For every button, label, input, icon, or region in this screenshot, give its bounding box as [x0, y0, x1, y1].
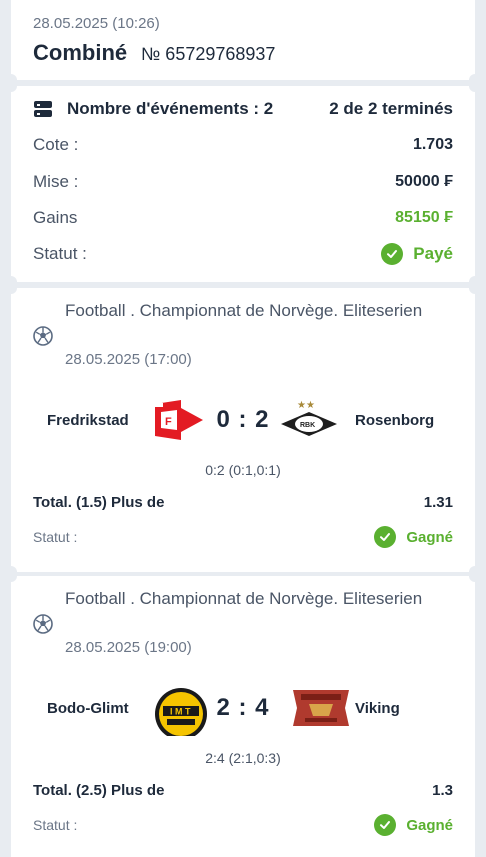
stake-row: Mise : 50000 ₣ [33, 170, 453, 194]
viking-logo-icon [293, 690, 349, 726]
score-detail: 2:4 (2:1,0:3) [205, 750, 281, 766]
event-card[interactable]: Football . Championnat de Norvège. Elite… [5, 570, 481, 857]
team-away-name: Rosenborg [355, 412, 435, 429]
football-icon [33, 326, 53, 346]
event-status-row: Statut : Gagné [33, 526, 453, 548]
status-badge: Payé [381, 243, 453, 265]
bet-market: Total. (1.5) Plus de [33, 494, 165, 511]
ticket-notch [5, 80, 17, 92]
odds-row: Cote : 1.703 [33, 133, 453, 157]
score-detail: 0:2 (0:1,0:1) [205, 462, 281, 478]
event-league: Football . Championnat de Norvège. Elite… [65, 301, 423, 320]
check-icon [374, 814, 397, 836]
events-count-row: Nombre d'événements : 2 2 de 2 terminés [33, 97, 453, 121]
status-value: Payé [413, 244, 453, 263]
fredrikstad-logo-icon: F [155, 400, 203, 440]
team-home-name: Fredrikstad [47, 412, 129, 429]
bet-row: Total. (2.5) Plus de 1.3 [33, 782, 453, 799]
event-league: Football . Championnat de Norvège. Elite… [65, 589, 423, 608]
event-status-label: Statut : [33, 529, 78, 545]
bet-summary-card: Nombre d'événements : 2 2 de 2 terminés … [5, 80, 481, 288]
odds-value: 1.703 [412, 136, 453, 153]
svg-text:★★: ★★ [297, 400, 315, 411]
bet-odds: 1.31 [423, 494, 453, 511]
svg-text:I M T: I M T [170, 707, 191, 717]
events-count-value: 2 de 2 terminés [329, 99, 453, 118]
winnings-row: Gains 85150 ₣ [33, 206, 453, 230]
ticket-notch [5, 282, 17, 294]
status-row: Statut : Payé [33, 242, 453, 266]
football-icon [33, 614, 53, 634]
svg-text:RBK: RBK [300, 422, 315, 429]
check-icon [381, 243, 404, 265]
ticket-notch [469, 80, 481, 92]
bet-market: Total. (2.5) Plus de [33, 782, 165, 799]
event-date: 28.05.2025 (19:00) [65, 639, 192, 656]
team-home-name: Bodo-Glimt [47, 700, 129, 717]
event-status-row: Statut : Gagné [33, 814, 453, 836]
events-list-icon [34, 101, 52, 117]
match-score: 0 : 2 [216, 406, 270, 433]
ticket-notch [469, 282, 481, 294]
match-score: 2 : 4 [216, 694, 270, 721]
bodo-glimt-logo-icon: I M T [155, 688, 207, 736]
status-label: Statut : [33, 244, 87, 263]
match-scoreboard: Fredrikstad F 0 : 2 ★★ RBK Rosenborg [11, 398, 475, 448]
event-status-value: Gagné [406, 528, 453, 546]
team-away-name: Viking [355, 700, 400, 717]
stake-value: 50000 ₣ [395, 173, 453, 190]
event-date: 28.05.2025 (17:00) [65, 351, 192, 368]
match-scoreboard: Bodo-Glimt I M T 2 : 4 Viking [11, 686, 475, 736]
check-icon [374, 526, 397, 548]
winnings-label: Gains [33, 208, 78, 227]
event-status-badge: Gagné [374, 814, 453, 836]
winnings-value: 85150 ₣ [395, 209, 453, 226]
bet-type: Combiné [33, 40, 128, 65]
svg-text:F: F [165, 416, 172, 428]
event-status-value: Gagné [406, 816, 453, 834]
event-status-badge: Gagné [374, 526, 453, 548]
odds-label: Cote : [33, 135, 79, 154]
rosenborg-logo-icon: ★★ RBK [281, 400, 337, 436]
bet-odds: 1.3 [432, 782, 453, 799]
event-status-label: Statut : [33, 817, 78, 833]
bet-number: № 65729768937 [141, 44, 276, 64]
ticket-notch [5, 570, 17, 582]
bet-header-card: 28.05.2025 (10:26) Combiné № 65729768937 [5, 0, 481, 86]
event-card[interactable]: Football . Championnat de Norvège. Elite… [5, 282, 481, 578]
ticket-notch [469, 570, 481, 582]
bet-row: Total. (1.5) Plus de 1.31 [33, 494, 453, 511]
bet-date: 28.05.2025 (10:26) [33, 15, 160, 32]
events-count-label: Nombre d'événements : 2 [67, 99, 274, 118]
stake-label: Mise : [33, 172, 79, 191]
